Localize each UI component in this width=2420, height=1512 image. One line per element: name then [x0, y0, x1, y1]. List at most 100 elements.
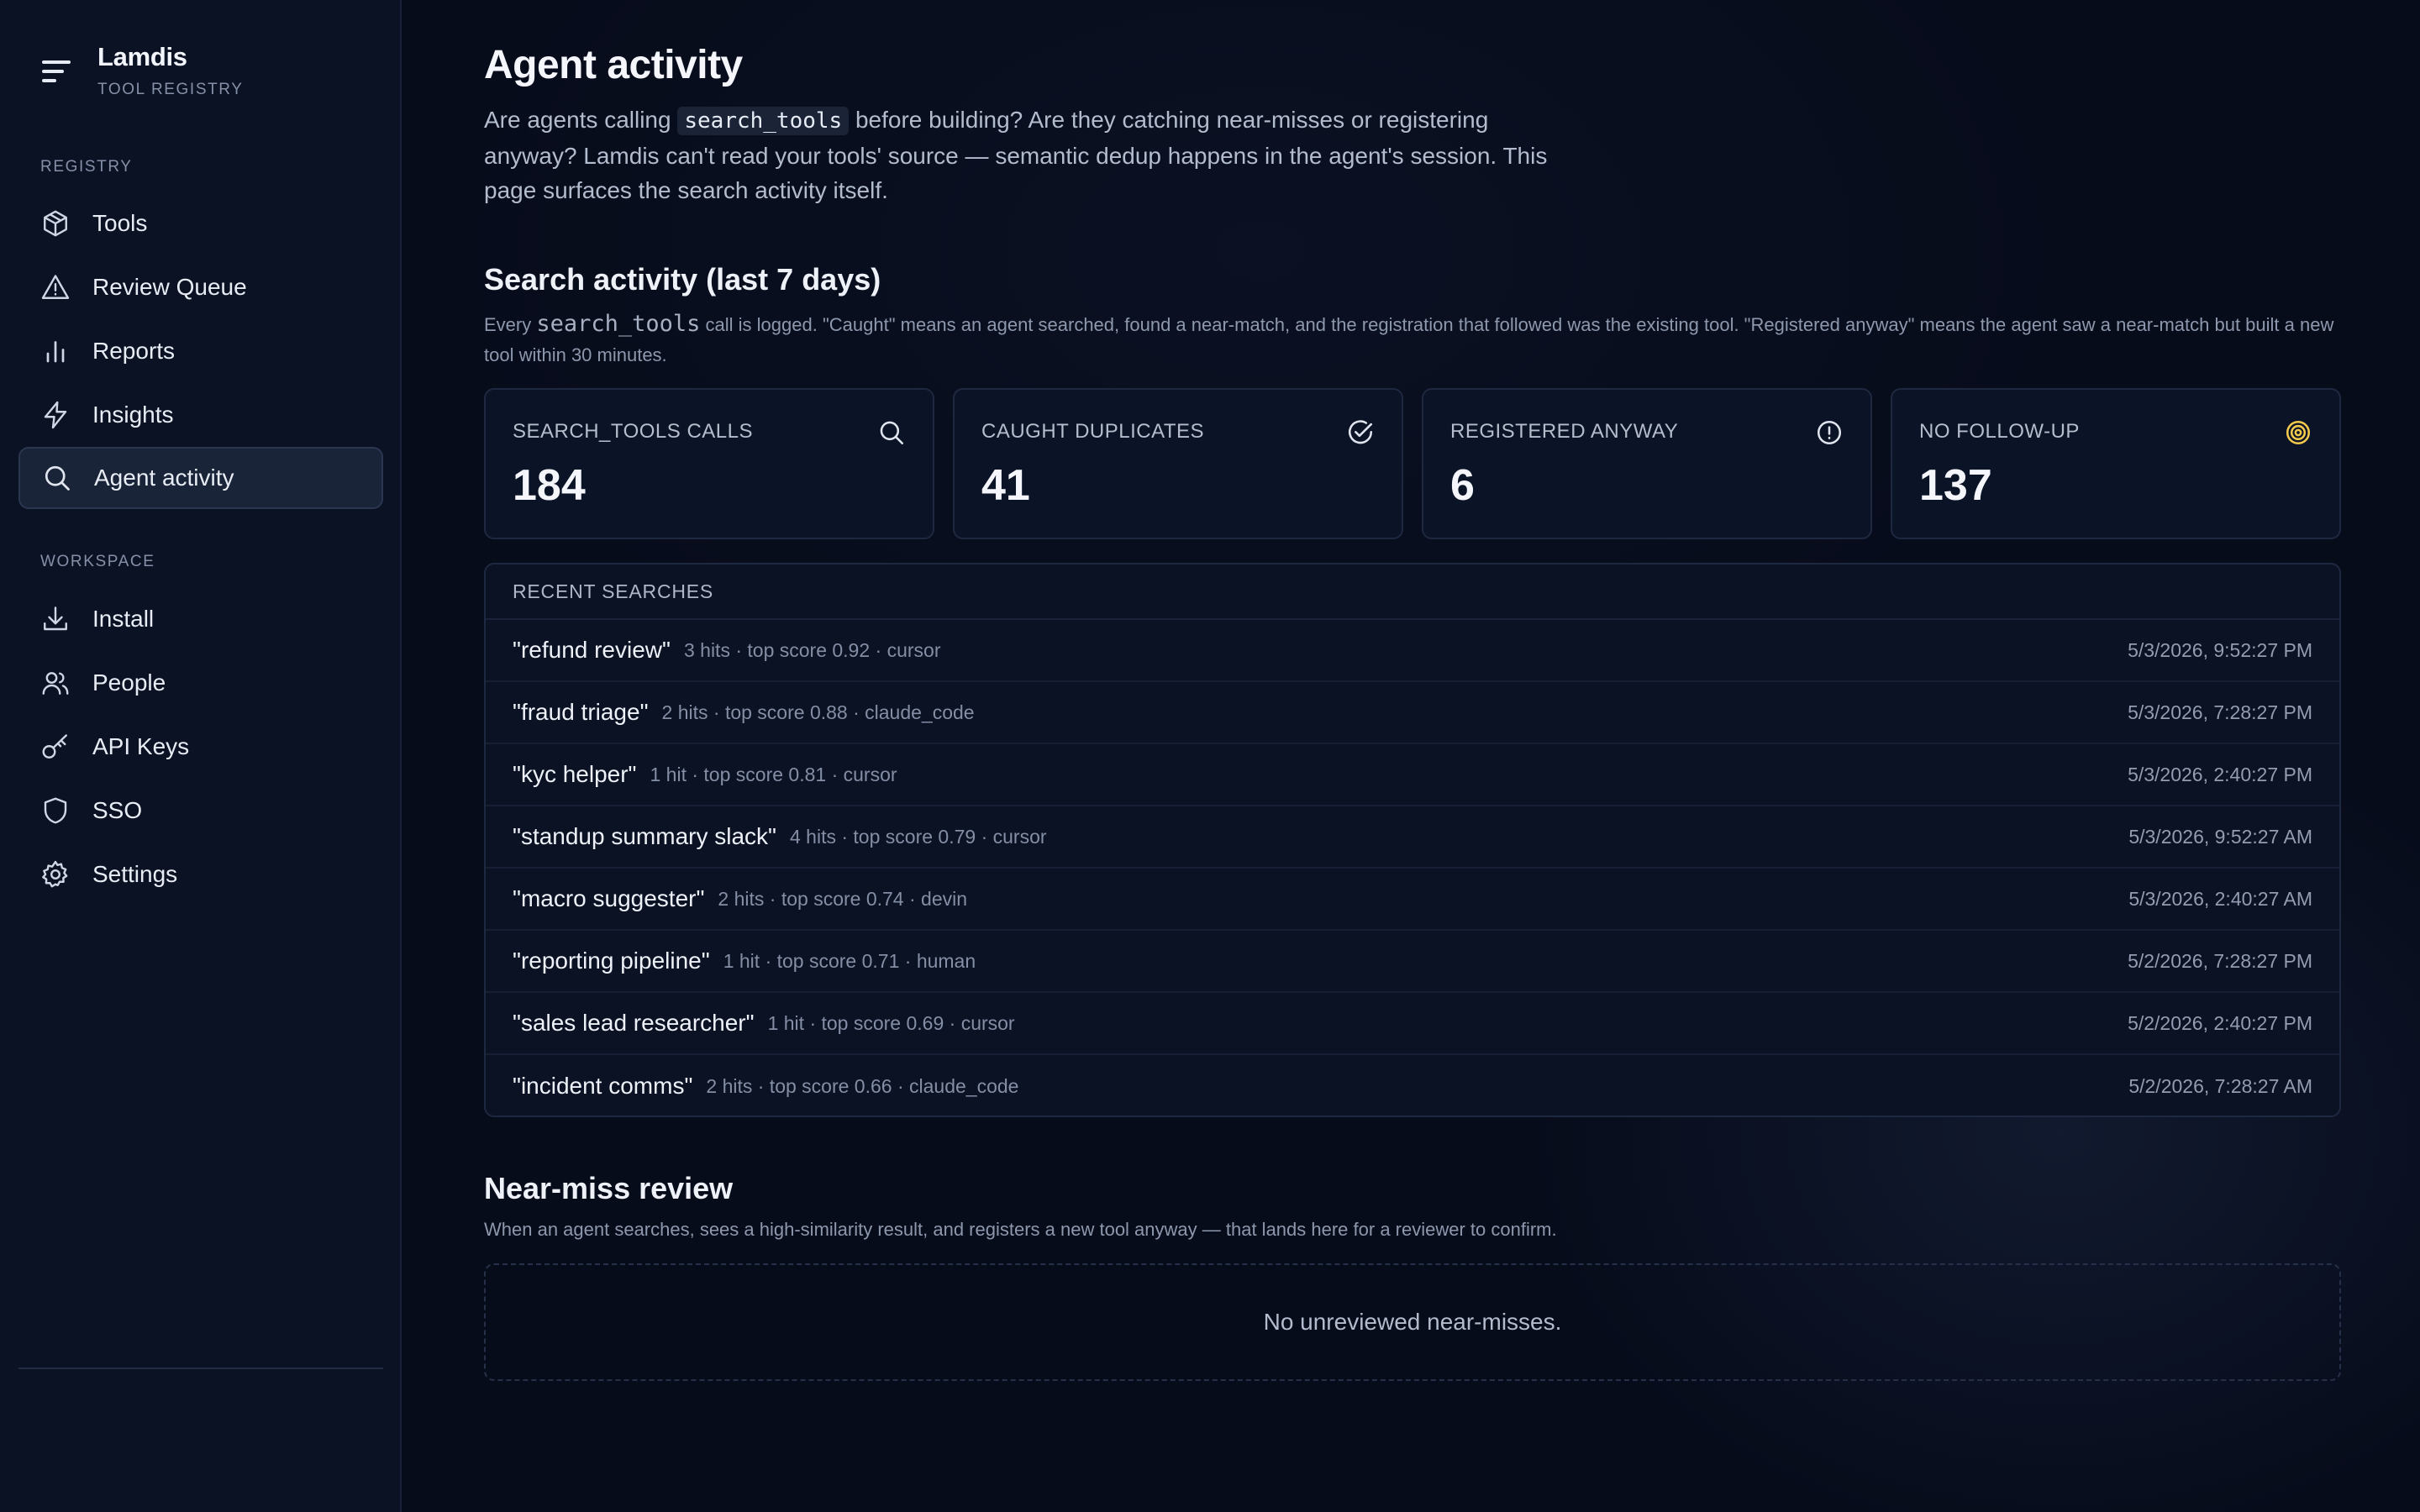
app-name: Lamdis	[97, 42, 187, 71]
sidebar-item-people[interactable]: People	[18, 652, 383, 714]
table-row[interactable]: "sales lead researcher" 1 hit · top scor…	[486, 993, 2339, 1055]
table-row[interactable]: "incident comms" 2 hits · top score 0.66…	[486, 1055, 2339, 1116]
desc-text: Every	[484, 314, 537, 335]
table-row[interactable]: "standup summary slack" 4 hits · top sco…	[486, 806, 2339, 869]
table-row[interactable]: "kyc helper" 1 hit · top score 0.81 · cu…	[486, 744, 2339, 806]
target-icon	[2284, 418, 2312, 447]
stat-label: SEARCH_TOOLS CALLS	[513, 420, 753, 443]
stats-row: SEARCH_TOOLS CALLS 184 CAUGHT DUPLICATES…	[484, 388, 2341, 539]
stat-card-caught-duplicates: CAUGHT DUPLICATES 41	[953, 388, 1403, 539]
sidebar-divider	[18, 1368, 383, 1369]
search-icon	[42, 463, 72, 493]
search-query: "macro suggester"	[513, 885, 705, 911]
sidebar-item-label: Reports	[92, 338, 176, 364]
sidebar-item-label: Review Queue	[92, 274, 247, 300]
desc-code: search_tools	[536, 311, 701, 337]
sidebar-item-install[interactable]: Install	[18, 588, 383, 650]
sidebar-item-label: SSO	[92, 797, 143, 823]
search-meta: 2 hits · top score 0.74 · devin	[718, 887, 968, 910]
stat-card-no-follow-up: NO FOLLOW-UP 137	[1891, 388, 2341, 539]
table-row[interactable]: "refund review" 3 hits · top score 0.92 …	[486, 620, 2339, 682]
recent-searches-header: RECENT SEARCHES	[486, 564, 2339, 620]
near-miss-empty-state: No unreviewed near-misses.	[484, 1263, 2341, 1381]
search-time: 5/3/2026, 9:52:27 AM	[2128, 825, 2312, 848]
stat-label: REGISTERED ANYWAY	[1450, 420, 1679, 443]
gear-icon	[40, 859, 71, 890]
people-icon	[40, 668, 71, 698]
search-meta: 1 hit · top score 0.81 · cursor	[650, 763, 897, 785]
search-meta: 1 hit · top score 0.69 · cursor	[767, 1011, 1015, 1034]
search-meta: 2 hits · top score 0.88 · claude_code	[661, 701, 975, 723]
intro-code: search_tools	[677, 107, 850, 135]
stat-value: 41	[981, 461, 1030, 510]
sidebar-item-reports[interactable]: Reports	[18, 320, 383, 382]
box-icon	[40, 208, 71, 239]
search-activity-title: Search activity (last 7 days)	[484, 262, 881, 297]
table-row[interactable]: "fraud triage" 2 hits · top score 0.88 ·…	[486, 682, 2339, 744]
sidebar-item-label: Install	[92, 606, 155, 632]
lightning-icon	[40, 400, 71, 430]
intro-text: Are agents calling	[484, 107, 678, 133]
app-subtitle: TOOL REGISTRY	[97, 81, 244, 98]
sidebar-item-insights[interactable]: Insights	[18, 384, 383, 446]
search-time: 5/3/2026, 7:28:27 PM	[2128, 701, 2312, 723]
search-time: 5/3/2026, 2:40:27 AM	[2128, 887, 2312, 910]
search-meta: 3 hits · top score 0.92 · cursor	[683, 638, 941, 661]
sidebar: Lamdis TOOL REGISTRY REGISTRY Tools Revi…	[0, 0, 402, 1512]
shield-icon	[40, 795, 71, 826]
section-label-registry: REGISTRY	[40, 158, 133, 176]
sidebar-item-label: Insights	[92, 402, 174, 428]
sidebar-item-label: Settings	[92, 861, 178, 887]
sidebar-item-label: API Keys	[92, 733, 190, 759]
page-intro: Are agents calling search_tools before b…	[484, 102, 1585, 207]
sidebar-item-tools[interactable]: Tools	[18, 192, 383, 255]
sidebar-item-sso[interactable]: SSO	[18, 780, 383, 842]
sidebar-item-api-keys[interactable]: API Keys	[18, 716, 383, 778]
stat-value: 6	[1450, 461, 1475, 510]
search-meta: 2 hits · top score 0.66 · claude_code	[706, 1074, 1019, 1097]
near-miss-title: Near-miss review	[484, 1171, 734, 1205]
search-time: 5/2/2026, 7:28:27 PM	[2128, 949, 2312, 972]
table-row[interactable]: "macro suggester" 2 hits · top score 0.7…	[486, 869, 2339, 931]
download-icon	[40, 604, 71, 634]
stat-card-search-calls: SEARCH_TOOLS CALLS 184	[484, 388, 934, 539]
sidebar-item-review-queue[interactable]: Review Queue	[18, 256, 383, 318]
stat-value: 137	[1919, 461, 1992, 510]
sidebar-item-label: Agent activity	[94, 465, 234, 491]
check-circle-icon	[1346, 418, 1375, 447]
sidebar-item-label: People	[92, 669, 166, 696]
search-meta: 1 hit · top score 0.71 · human	[723, 949, 976, 972]
near-miss-desc: When an agent searches, sees a high-simi…	[484, 1219, 1557, 1240]
search-query: "sales lead researcher"	[513, 1010, 755, 1036]
warning-triangle-icon	[40, 272, 71, 302]
search-query: "reporting pipeline"	[513, 948, 710, 974]
recent-searches-panel: RECENT SEARCHES "refund review" 3 hits ·…	[484, 563, 2341, 1117]
stat-card-registered-anyway: REGISTERED ANYWAY 6	[1422, 388, 1872, 539]
table-row[interactable]: "reporting pipeline" 1 hit · top score 0…	[486, 931, 2339, 993]
stat-value: 184	[513, 461, 586, 510]
desc-text: call is logged. "Caught" means an agent …	[484, 314, 2334, 365]
search-time: 5/3/2026, 2:40:27 PM	[2128, 763, 2312, 785]
search-time: 5/2/2026, 2:40:27 PM	[2128, 1011, 2312, 1034]
sidebar-item-settings[interactable]: Settings	[18, 843, 383, 906]
stat-label: NO FOLLOW-UP	[1919, 420, 2080, 443]
sidebar-item-label: Tools	[92, 210, 148, 236]
search-query: "kyc helper"	[513, 761, 637, 787]
sidebar-item-agent-activity[interactable]: Agent activity	[18, 447, 383, 509]
search-meta: 4 hits · top score 0.79 · cursor	[790, 825, 1047, 848]
bar-chart-icon	[40, 336, 71, 366]
search-time: 5/2/2026, 7:28:27 AM	[2128, 1074, 2312, 1097]
search-activity-desc: Every search_tools call is logged. "Caug…	[484, 309, 2341, 370]
search-query: "fraud triage"	[513, 699, 649, 725]
alert-circle-icon	[1815, 418, 1844, 447]
stat-label: CAUGHT DUPLICATES	[981, 420, 1204, 443]
key-icon	[40, 732, 71, 762]
search-icon	[877, 418, 906, 447]
search-query: "standup summary slack"	[513, 823, 776, 849]
search-time: 5/3/2026, 9:52:27 PM	[2128, 638, 2312, 661]
page-title: Agent activity	[484, 43, 743, 87]
menu-icon[interactable]	[40, 55, 74, 89]
brand: Lamdis TOOL REGISTRY	[40, 42, 244, 99]
section-label-workspace: WORKSPACE	[40, 553, 155, 570]
search-query: "incident comms"	[513, 1073, 693, 1099]
